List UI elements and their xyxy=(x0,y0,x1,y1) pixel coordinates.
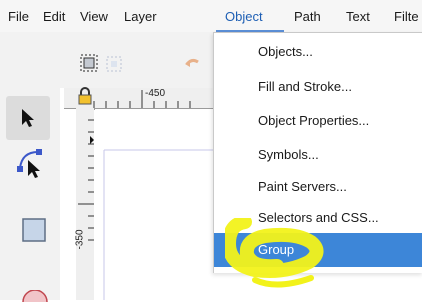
menu-filters[interactable]: Filte xyxy=(394,0,419,32)
ruler-label-v: -350 xyxy=(74,229,86,250)
horizontal-ruler: -450 xyxy=(64,86,214,109)
menu-item-label: Fill and Stroke... xyxy=(258,79,352,94)
ruler-ticks-v xyxy=(78,119,94,241)
undo-icon[interactable] xyxy=(184,56,202,72)
menu-path[interactable]: Path xyxy=(294,0,321,32)
lock-icon[interactable] xyxy=(76,86,94,106)
selector-arrow-icon xyxy=(22,109,34,127)
menu-item-paint-servers[interactable]: Paint Servers... xyxy=(214,170,422,204)
menu-item-objects[interactable]: Objects... xyxy=(214,35,422,69)
ruler-label-h: -450 xyxy=(145,88,166,99)
toolbox xyxy=(0,32,60,302)
menu-item-label: Object Properties... xyxy=(258,113,370,128)
menubar: File Edit View Layer Object Path Text Fi… xyxy=(0,0,422,32)
menu-view[interactable]: View xyxy=(80,0,108,32)
drawing-canvas[interactable] xyxy=(94,110,214,300)
menu-layer[interactable]: Layer xyxy=(124,0,157,32)
menu-item-label: Objects... xyxy=(258,44,313,59)
menu-file[interactable]: File xyxy=(8,0,29,32)
menu-item-symbols[interactable]: Symbols... xyxy=(214,138,422,172)
rectangle-tool-icon[interactable] xyxy=(22,218,46,242)
vertical-ruler: -350 xyxy=(74,108,95,300)
menu-item-label: Group xyxy=(258,242,295,257)
select-all-icon[interactable] xyxy=(80,54,98,72)
node-editor-icon[interactable] xyxy=(16,146,46,178)
menu-item-fill-and-stroke[interactable]: Fill and Stroke... xyxy=(214,70,422,104)
menu-object[interactable]: Object xyxy=(225,0,263,32)
menu-edit[interactable]: Edit xyxy=(43,0,65,32)
canvas-guides xyxy=(103,149,214,300)
circle-tool-icon[interactable] xyxy=(22,290,48,302)
menu-item-label: Selectors and CSS... xyxy=(258,210,379,225)
menu-item-group[interactable]: Group xyxy=(214,233,422,267)
menu-text[interactable]: Text xyxy=(346,0,370,32)
object-menu-dropdown: Objects... Fill and Stroke... Object Pro… xyxy=(213,32,422,273)
menu-item-object-properties[interactable]: Object Properties... xyxy=(214,104,422,138)
menu-item-selectors-and-css[interactable]: Selectors and CSS... xyxy=(214,201,422,235)
menu-item-label: Paint Servers... xyxy=(258,179,347,194)
selector-tool-button[interactable] xyxy=(6,96,50,140)
menu-item-label: Symbols... xyxy=(258,147,319,162)
select-in-layers-icon[interactable] xyxy=(106,56,122,72)
